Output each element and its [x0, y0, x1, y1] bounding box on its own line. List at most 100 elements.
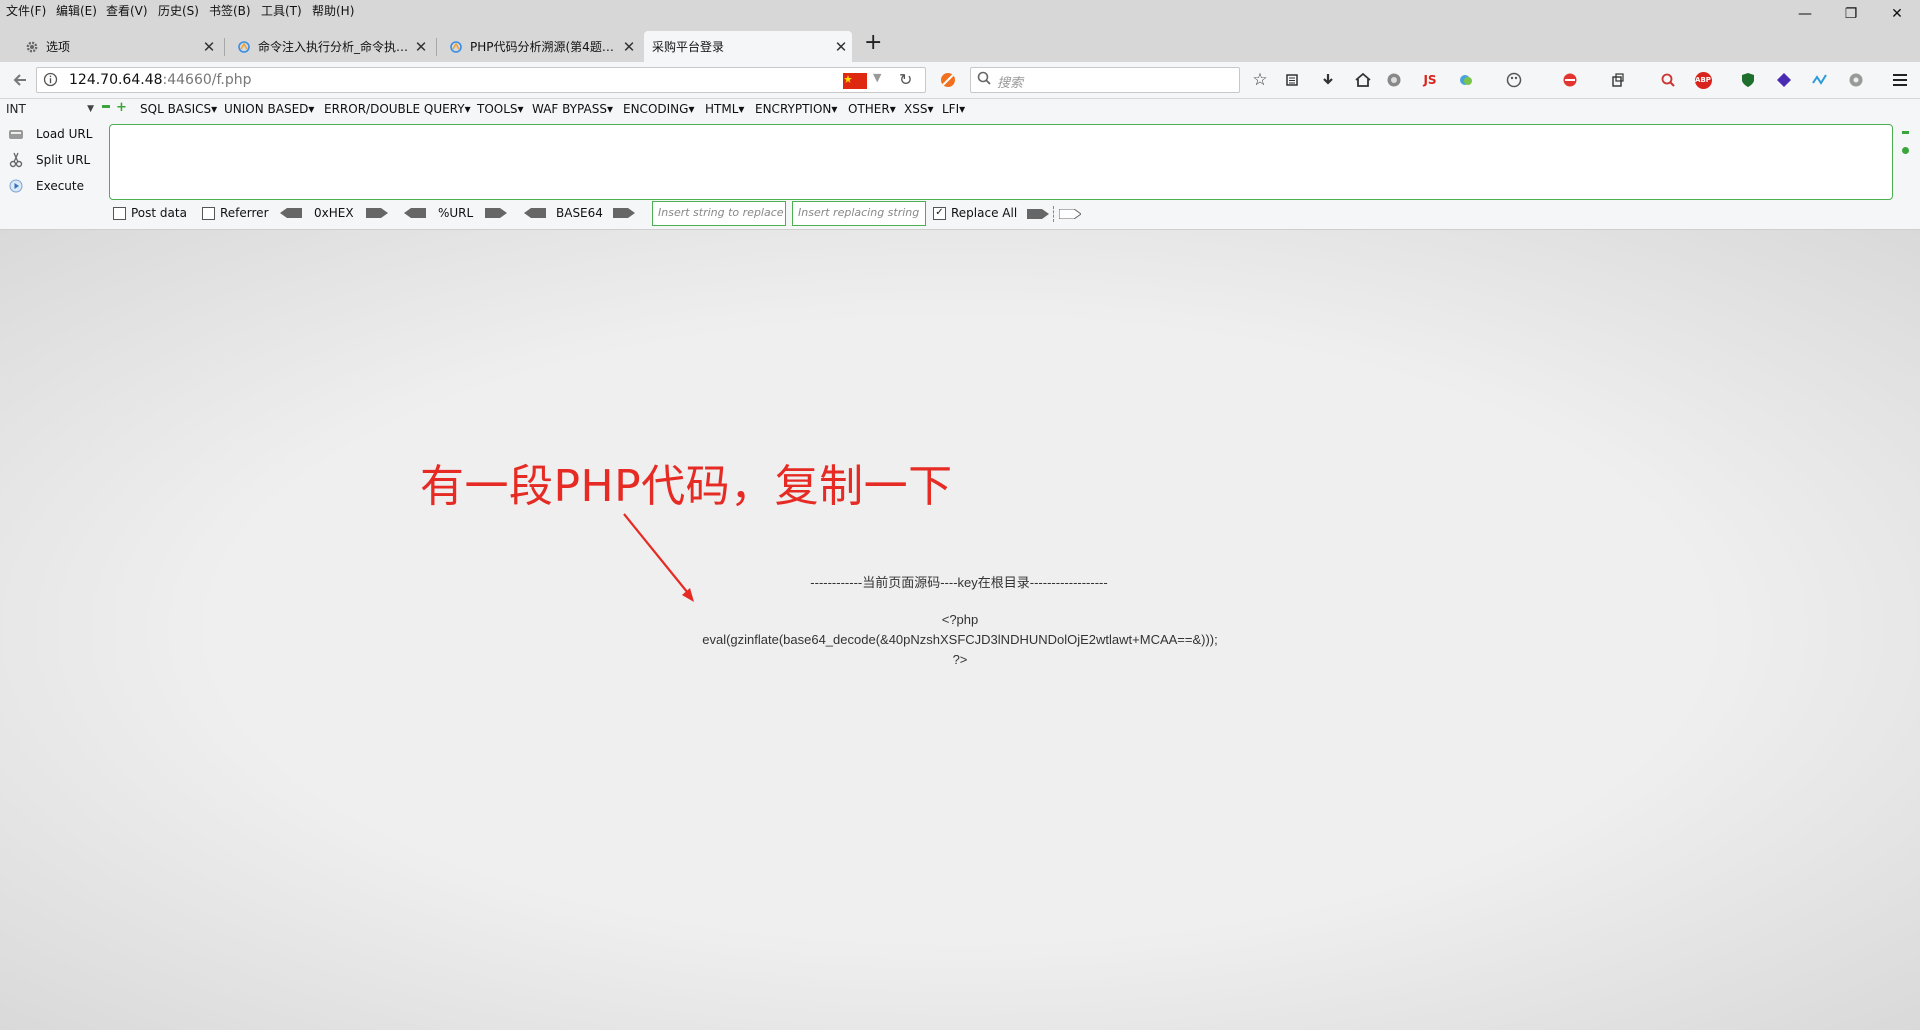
menu-file[interactable]: 文件(F) [6, 2, 46, 19]
reading-list-icon[interactable] [1282, 70, 1302, 90]
scissors-icon [8, 152, 24, 168]
encode-arrow-icon[interactable] [365, 208, 388, 218]
split-url-button[interactable]: Split URL [8, 152, 90, 168]
menu-lfi[interactable]: LFI▾ [942, 102, 965, 116]
url-encode-group: %URL [404, 206, 508, 220]
post-data-label: Post data [131, 206, 187, 220]
menu-tools[interactable]: TOOLS▾ [477, 102, 524, 116]
menu-bookmarks[interactable]: 书签(B) [209, 2, 251, 19]
menu-encryption[interactable]: ENCRYPTION▾ [755, 102, 837, 116]
checkbox-checked-icon: ✓ [933, 206, 946, 220]
encode-arrow-icon[interactable] [485, 208, 508, 218]
referrer-checkbox[interactable]: Referrer [202, 206, 269, 220]
close-icon[interactable]: ✕ [198, 38, 220, 56]
encode-arrow-icon[interactable] [612, 208, 635, 218]
hackbar-panel: INT ▼ + SQL BASICS▾ UNION BASED▾ ERROR/D… [0, 99, 1920, 230]
url-path: :44660/f.php [162, 72, 252, 88]
decode-arrow-icon[interactable] [524, 208, 546, 218]
menu-html[interactable]: HTML▾ [705, 102, 744, 116]
tab-php-analysis[interactable]: PHP代码分析溯源(第4题)… ✕ [440, 31, 640, 62]
reload-icon[interactable]: ↻ [899, 70, 912, 89]
bookmark-star-icon[interactable]: ☆ [1250, 70, 1270, 90]
checkbox-box [113, 206, 126, 220]
base64-group: BASE64 [524, 206, 635, 220]
execute-button[interactable]: Execute [8, 178, 84, 194]
tab-title: 选项 [46, 40, 71, 54]
back-button[interactable] [10, 70, 30, 90]
menu-history[interactable]: 历史(S) [158, 2, 199, 19]
adblock-icon[interactable]: ABP [1692, 70, 1714, 90]
tab-options[interactable]: 选项 ✕ [16, 31, 220, 62]
replace-arrow-icon[interactable] [1027, 209, 1049, 219]
menu-tools[interactable]: 工具(T) [261, 2, 302, 19]
menu-waf-bypass[interactable]: WAF BYPASS▾ [532, 102, 613, 116]
home-icon[interactable] [1353, 70, 1373, 90]
clipboard-addon-icon[interactable] [1608, 70, 1628, 90]
menu-encoding[interactable]: ENCODING▾ [623, 102, 694, 116]
search-bar[interactable]: 搜索 [970, 67, 1240, 93]
expand-icon[interactable] [1902, 147, 1909, 154]
adblock-label: ABP [1694, 71, 1712, 89]
page-content: 有一段PHP代码，复制一下 ------------当前页面源码----key在… [0, 230, 1920, 1030]
split-url-label: Split URL [36, 153, 91, 167]
red-addon-icon[interactable] [1560, 70, 1580, 90]
url-bar[interactable]: 124.70.64.48:44660/f.php ▼ ↻ [36, 67, 926, 93]
source-header: ------------当前页面源码----key在根目录-----------… [0, 572, 1920, 591]
hex-encode-group: 0xHEX [280, 206, 388, 220]
menu-other[interactable]: OTHER▾ [848, 102, 896, 116]
replace-arrows [1027, 206, 1081, 222]
collapse-icon[interactable] [1902, 131, 1909, 134]
decode-arrow-icon[interactable] [280, 208, 302, 218]
download-icon[interactable] [1318, 70, 1338, 90]
replace-all-checkbox[interactable]: ✓ Replace All [933, 206, 1017, 220]
addon-blocker-icon[interactable] [938, 70, 958, 90]
gear-icon [24, 39, 40, 55]
menu-bar: 文件(F) 编辑(E) 查看(V) 历史(S) 书签(B) 工具(T) 帮助(H… [0, 0, 1920, 22]
type-select[interactable]: INT ▼ [6, 101, 94, 117]
palette-icon[interactable] [1504, 70, 1524, 90]
replace-arrow-icon[interactable] [1059, 209, 1081, 219]
wave-addon-icon[interactable] [1810, 70, 1830, 90]
menu-help[interactable]: 帮助(H) [312, 2, 354, 19]
menu-edit[interactable]: 编辑(E) [56, 2, 97, 19]
post-data-checkbox[interactable]: Post data [113, 206, 187, 220]
tab-title: 采购平台登录 [652, 40, 725, 54]
menu-view[interactable]: 查看(V) [106, 2, 148, 19]
translate-addon-icon[interactable] [1456, 70, 1476, 90]
load-url-label: Load URL [36, 127, 93, 141]
url-text[interactable]: 124.70.64.48:44660/f.php [69, 72, 252, 88]
close-icon[interactable]: ✕ [618, 38, 640, 56]
info-icon[interactable] [43, 72, 58, 91]
tab-divider [224, 38, 225, 56]
tab-cmd-injection[interactable]: 命令注入执行分析_命令执… ✕ [228, 31, 432, 62]
menu-union-based[interactable]: UNION BASED▾ [224, 102, 314, 116]
menu-sql-basics[interactable]: SQL BASICS▾ [140, 102, 217, 116]
diamond-addon-icon[interactable] [1774, 70, 1794, 90]
minus-icon[interactable] [102, 105, 110, 108]
hamburger-menu-icon[interactable] [1890, 70, 1910, 90]
new-tab-button[interactable]: + [864, 30, 882, 55]
globe-addon-icon[interactable] [1384, 70, 1404, 90]
js-switch-icon[interactable]: JS [1420, 70, 1440, 90]
referrer-label: Referrer [220, 206, 269, 220]
chevron-down-icon[interactable]: ▼ [873, 71, 881, 84]
hackbar-url-textarea[interactable] [109, 124, 1893, 200]
hex-label: 0xHEX [314, 206, 354, 220]
search-icon [977, 71, 991, 89]
decode-arrow-icon[interactable] [404, 208, 426, 218]
url-host: 124.70.64.48 [69, 72, 163, 88]
close-icon[interactable]: ✕ [410, 38, 432, 56]
settings-addon-icon[interactable] [1846, 70, 1866, 90]
menu-error-double-query[interactable]: ERROR/DOUBLE QUERY▾ [324, 102, 471, 116]
checkbox-box [202, 206, 215, 220]
magnifier-addon-icon[interactable] [1658, 70, 1678, 90]
shield-icon[interactable] [1738, 70, 1758, 90]
close-icon[interactable]: ✕ [830, 38, 852, 56]
search-placeholder: 搜索 [997, 76, 1024, 91]
tab-login-active[interactable]: 采购平台登录 ✕ [644, 31, 852, 62]
plus-icon[interactable]: + [116, 100, 127, 115]
menu-xss[interactable]: XSS▾ [904, 102, 933, 116]
replace-string-input[interactable]: Insert string to replace [652, 201, 786, 226]
replacing-string-input[interactable]: Insert replacing string [792, 201, 926, 226]
load-url-button[interactable]: Load URL [8, 126, 92, 142]
